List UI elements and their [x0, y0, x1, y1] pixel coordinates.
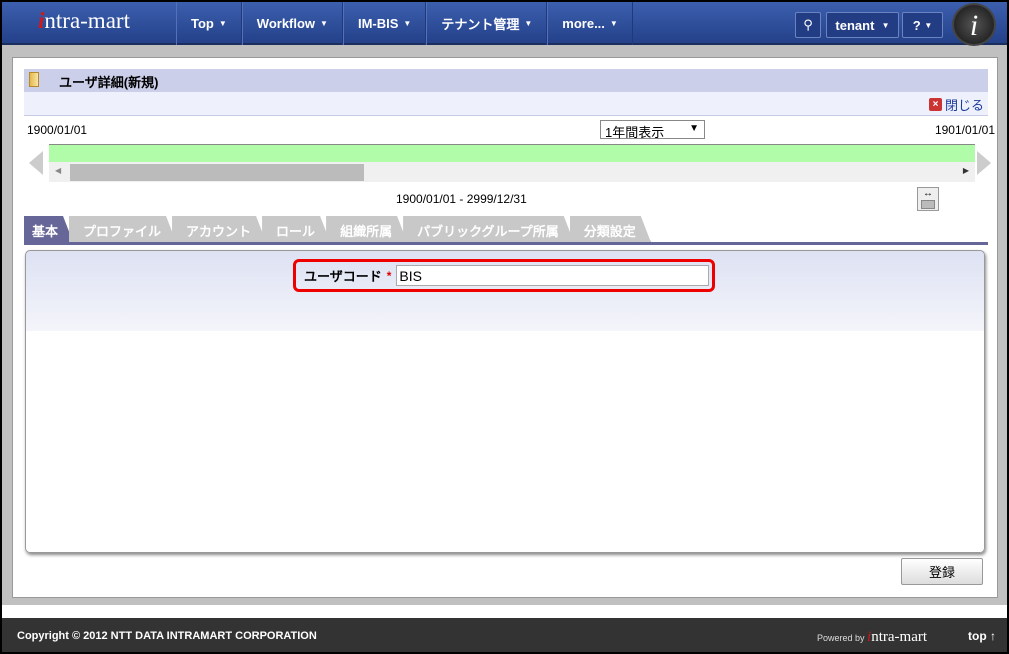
help-button[interactable]: ? ▼ [902, 12, 943, 38]
tab-category[interactable]: 分類設定 [570, 216, 651, 242]
intra-mart-logo[interactable]: intra-mart [38, 8, 130, 34]
caret-down-icon: ▼ [403, 19, 412, 28]
footer: Copyright © 2012 NTT DATA INTRAMART CORP… [2, 618, 1007, 652]
copyright: Copyright © 2012 NTT DATA INTRAMART CORP… [17, 630, 317, 642]
scroll-right-icon[interactable]: ▶ [963, 166, 969, 175]
user-menu-button[interactable]: tenant ▼ [826, 12, 899, 38]
tab-public-group[interactable]: パブリックグループ所属 [403, 216, 574, 242]
register-button[interactable]: 登録 [901, 558, 983, 585]
caret-down-icon: ▼ [320, 19, 328, 28]
timeline-scrollbar[interactable]: ◀ ▶ [49, 162, 975, 182]
main-nav: Top ▼ Workflow ▼ IM-BIS ▼ テナント管理 ▼ more... ▼ [176, 2, 633, 45]
user-code-input[interactable] [396, 265, 710, 286]
main-panel: ユーザ詳細(新規) × 閉じる 1900/01/01 1年間表示 ▼ 1901/01… [12, 57, 998, 598]
nav-im-bis[interactable]: IM-BIS ▼ [342, 2, 427, 45]
nav-tenant-admin[interactable]: テナント管理 ▼ [426, 2, 548, 45]
page-title-bar: ユーザ詳細(新規) [24, 69, 988, 92]
close-icon: × [928, 98, 942, 111]
intra-mart-footer-logo: intra-mart [867, 629, 928, 645]
caret-down-icon: ▼ [924, 20, 933, 30]
caret-down-icon: ▼ [609, 19, 618, 28]
timeline-range: 1900/01/01 - 2999/12/31 [396, 192, 527, 206]
action-bar: × 閉じる [24, 92, 988, 116]
header: intra-mart Top ▼ Workflow ▼ IM-BIS ▼ テナント管理… [2, 2, 1007, 46]
fit-width-icon[interactable]: ↔ [917, 187, 939, 211]
user-code-field-highlight: ユーザコード * [293, 259, 715, 292]
search-button[interactable]: ⚲ [795, 12, 821, 38]
tab-account[interactable]: アカウント [172, 216, 266, 242]
page-title: ユーザ詳細(新規) [59, 75, 159, 90]
nav-top[interactable]: Top ▼ [176, 2, 242, 45]
timeline-period-bar[interactable] [49, 144, 975, 162]
back-to-top-link[interactable]: top ↑ [968, 629, 996, 643]
required-mark: * [386, 268, 392, 283]
nav-workflow[interactable]: Workflow ▼ [241, 2, 343, 45]
close-button[interactable]: × 閉じる [928, 95, 984, 114]
tab-basic[interactable]: 基本 [24, 216, 73, 242]
spacer [2, 605, 1007, 618]
search-icon: ⚲ [803, 17, 813, 32]
nav-more[interactable]: more... ▼ [547, 2, 633, 45]
tab-bar: 基本 プロファイル アカウント ロール 組織所属 パブリックグループ所属 分類設… [24, 216, 647, 242]
timeline-end-date: 1901/01/01 [934, 123, 995, 137]
caret-down-icon: ▼ [881, 20, 890, 30]
document-icon [29, 72, 39, 87]
powered-by: Powered by intra-mart [817, 629, 928, 645]
caret-down-icon: ▼ [218, 19, 227, 28]
dropdown-arrow-icon: ▼ [689, 123, 699, 134]
timeline-start-date: 1900/01/01 [27, 123, 88, 137]
view-period-select[interactable]: 1年間表示 ▼ [600, 120, 705, 140]
timeline-prev-arrow-icon[interactable] [29, 151, 43, 175]
scrollbar-thumb[interactable] [70, 164, 364, 181]
info-logo-icon[interactable]: i [952, 3, 996, 46]
scroll-left-icon[interactable]: ◀ [55, 166, 61, 175]
timeline-next-arrow-icon[interactable] [977, 151, 991, 175]
tab-organization[interactable]: 組織所属 [326, 216, 407, 242]
caret-down-icon: ▼ [524, 19, 533, 28]
tab-content: ユーザコード * [25, 250, 985, 553]
tab-profile[interactable]: プロファイル [69, 216, 176, 242]
tab-underline [24, 242, 988, 245]
tab-role[interactable]: ロール [262, 216, 330, 242]
user-code-label: ユーザコード [304, 269, 382, 284]
app-frame: intra-mart Top ▼ Workflow ▼ IM-BIS ▼ テナント管理… [2, 2, 1007, 652]
